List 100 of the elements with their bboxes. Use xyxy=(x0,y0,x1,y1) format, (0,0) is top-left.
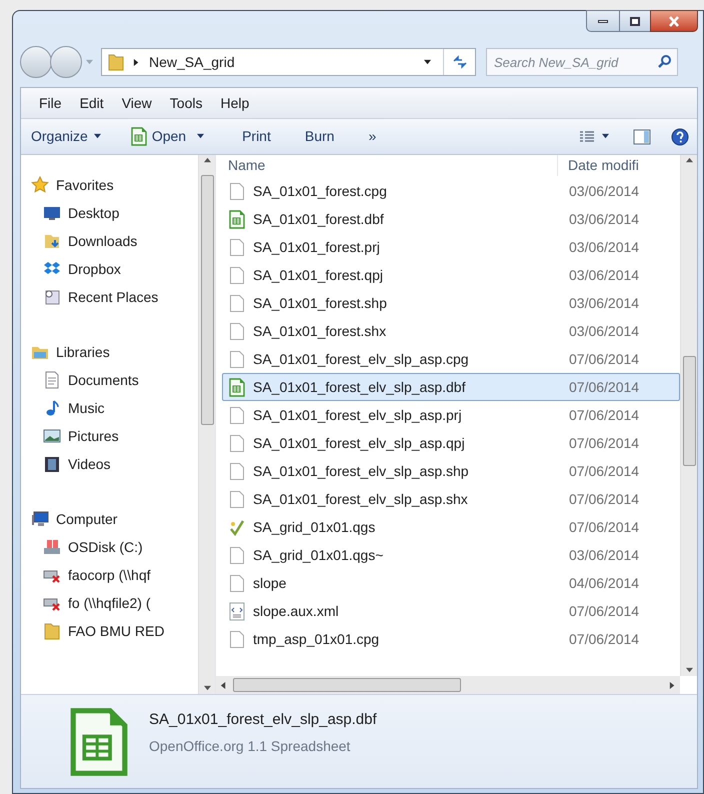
date-modified: 07/06/2014 xyxy=(568,518,640,536)
file-row[interactable]: tmp_asp_01x01.cpg 07/06/2014 xyxy=(222,625,680,653)
file-row[interactable]: SA_01x01_forest.qpj 03/06/2014 xyxy=(222,261,680,289)
file-name: SA_01x01_forest.prj xyxy=(253,238,380,257)
menu-item[interactable]: Edit xyxy=(80,92,104,114)
navigation-item[interactable]: OSDisk (C:) xyxy=(68,536,143,558)
menu-item[interactable]: Tools xyxy=(170,92,202,114)
address-bar[interactable]: New_SA_grid xyxy=(101,48,476,76)
navigation-item[interactable]: fo (\\hqfile2) ( xyxy=(68,592,150,614)
navigation-item[interactable]: Documents xyxy=(68,370,139,390)
scroll-down-icon[interactable] xyxy=(686,667,692,674)
film-icon xyxy=(43,455,61,473)
navigation-item[interactable]: FAO BMU RED xyxy=(68,620,164,642)
vertical-scrollbar[interactable] xyxy=(680,155,697,676)
menu-item[interactable]: Help xyxy=(220,92,250,114)
help-icon[interactable] xyxy=(671,128,689,146)
blank-file-icon xyxy=(229,350,245,368)
recent-places-icon xyxy=(43,288,61,306)
dropdown-caret-icon[interactable] xyxy=(424,58,431,66)
navigation-item[interactable]: Favorites xyxy=(56,174,114,196)
navigation-item[interactable]: Desktop xyxy=(68,202,120,224)
column-header[interactable]: Name xyxy=(222,155,558,176)
minimize-icon xyxy=(598,20,608,22)
vertical-scrollbar[interactable] xyxy=(198,155,215,694)
file-row[interactable]: SA_01x01_forest_elv_slp_asp.shx 07/06/2014 xyxy=(222,485,680,513)
close-icon xyxy=(668,16,680,26)
file-row[interactable]: SA_01x01_forest.cpg 03/06/2014 xyxy=(222,177,680,205)
file-row[interactable]: SA_grid_01x01.qgs 07/06/2014 xyxy=(222,513,680,541)
navigation-item[interactable]: faocorp (\\hqf xyxy=(68,564,150,586)
toolbar-button[interactable]: Organize xyxy=(31,126,101,147)
date-modified: 03/06/2014 xyxy=(568,266,640,284)
scroll-right-icon[interactable] xyxy=(669,682,676,688)
toolbar-button[interactable]: Print xyxy=(242,126,271,147)
toolbar-button[interactable]: Open xyxy=(130,126,204,147)
file-row[interactable]: SA_01x01_forest.dbf 03/06/2014 xyxy=(222,205,680,233)
caret-icon[interactable] xyxy=(197,133,204,140)
scrollbar-thumb[interactable] xyxy=(200,174,214,424)
file-row[interactable]: SA_01x01_forest.shp 03/06/2014 xyxy=(222,289,680,317)
scroll-up-icon[interactable] xyxy=(204,157,210,164)
file-name: SA_01x01_forest.shx xyxy=(253,322,386,341)
folder-icon xyxy=(43,622,61,640)
search-icon[interactable] xyxy=(657,54,672,69)
view-options-button[interactable] xyxy=(580,130,609,142)
file-row[interactable]: slope 04/06/2014 xyxy=(222,569,680,597)
spreadsheet-file-icon xyxy=(69,707,129,777)
document-icon xyxy=(43,371,61,389)
navigation-item[interactable]: Libraries xyxy=(56,342,110,362)
spreadsheet-file-icon xyxy=(229,378,245,396)
navigation-item[interactable]: Videos xyxy=(68,454,111,474)
scroll-down-icon[interactable] xyxy=(204,685,210,692)
toolbar-button[interactable]: Burn xyxy=(304,126,334,147)
scroll-left-icon[interactable] xyxy=(220,682,227,688)
scrollbar-thumb[interactable] xyxy=(233,678,461,692)
blank-file-icon xyxy=(229,182,245,200)
file-row[interactable]: SA_01x01_forest_elv_slp_asp.qpj 07/06/2014 xyxy=(222,429,680,457)
navigation-item[interactable]: Computer xyxy=(56,508,118,530)
maximize-button[interactable] xyxy=(620,10,650,32)
breadcrumb-arrow-icon[interactable] xyxy=(133,58,140,66)
menu-item[interactable]: File xyxy=(39,92,62,114)
file-row[interactable]: SA_01x01_forest.prj 03/06/2014 xyxy=(222,233,680,261)
navigation-item[interactable]: Recent Places xyxy=(68,286,158,308)
file-name: SA_01x01_forest.dbf xyxy=(253,210,384,229)
date-modified: 03/06/2014 xyxy=(568,210,640,228)
check-mark-icon xyxy=(229,518,245,536)
navigation-item[interactable]: Dropbox xyxy=(68,258,121,280)
spreadsheet-file-icon xyxy=(130,127,147,146)
minimize-button[interactable] xyxy=(586,10,620,32)
navigation-item[interactable]: Downloads xyxy=(68,230,138,252)
horizontal-scrollbar[interactable] xyxy=(216,676,680,694)
file-name: SA_01x01_forest_elv_slp_asp.shp xyxy=(253,462,469,481)
column-header[interactable]: Date modifi xyxy=(558,155,639,176)
navigation-item[interactable]: Music xyxy=(68,398,105,418)
file-row[interactable]: SA_01x01_forest.shx 03/06/2014 xyxy=(222,317,680,345)
folder-icon xyxy=(108,53,124,71)
blank-file-icon xyxy=(229,490,245,508)
toolbar-button[interactable]: » xyxy=(368,126,376,147)
breadcrumb-item[interactable]: New_SA_grid xyxy=(149,52,235,72)
drive-icon xyxy=(43,538,61,556)
file-row[interactable]: slope.aux.xml 07/06/2014 xyxy=(222,597,680,625)
scrollbar-thumb[interactable] xyxy=(682,356,696,466)
scroll-up-icon[interactable] xyxy=(686,157,692,164)
file-name: SA_01x01_forest_elv_slp_asp.cpg xyxy=(253,350,469,369)
file-row[interactable]: SA_grid_01x01.qgs~ 03/06/2014 xyxy=(222,541,680,569)
back-button[interactable] xyxy=(20,46,52,78)
search-field[interactable]: Search New_SA_grid xyxy=(486,48,678,76)
caret-icon[interactable] xyxy=(94,133,101,140)
blank-file-icon xyxy=(229,546,245,564)
file-row[interactable]: SA_01x01_forest_elv_slp_asp.shp 07/06/2014 xyxy=(222,457,680,485)
file-row[interactable]: SA_01x01_forest_elv_slp_asp.prj 07/06/2014 xyxy=(222,401,680,429)
caret-icon[interactable] xyxy=(602,133,609,140)
file-name: SA_01x01_forest_elv_slp_asp.dbf xyxy=(253,378,466,397)
file-row[interactable]: SA_01x01_forest_elv_slp_asp.cpg 07/06/2014 xyxy=(222,345,680,373)
file-type: OpenOffice.org 1.1 Spreadsheet xyxy=(149,736,352,756)
close-button[interactable] xyxy=(650,10,698,32)
preview-pane-icon[interactable] xyxy=(633,128,651,144)
forward-button[interactable] xyxy=(50,46,82,78)
downloads-folder-icon xyxy=(43,232,61,250)
navigation-item[interactable]: Pictures xyxy=(68,426,119,446)
file-row[interactable]: SA_01x01_forest_elv_slp_asp.dbf 07/06/2014 xyxy=(222,373,680,401)
menu-item[interactable]: View xyxy=(122,92,152,114)
